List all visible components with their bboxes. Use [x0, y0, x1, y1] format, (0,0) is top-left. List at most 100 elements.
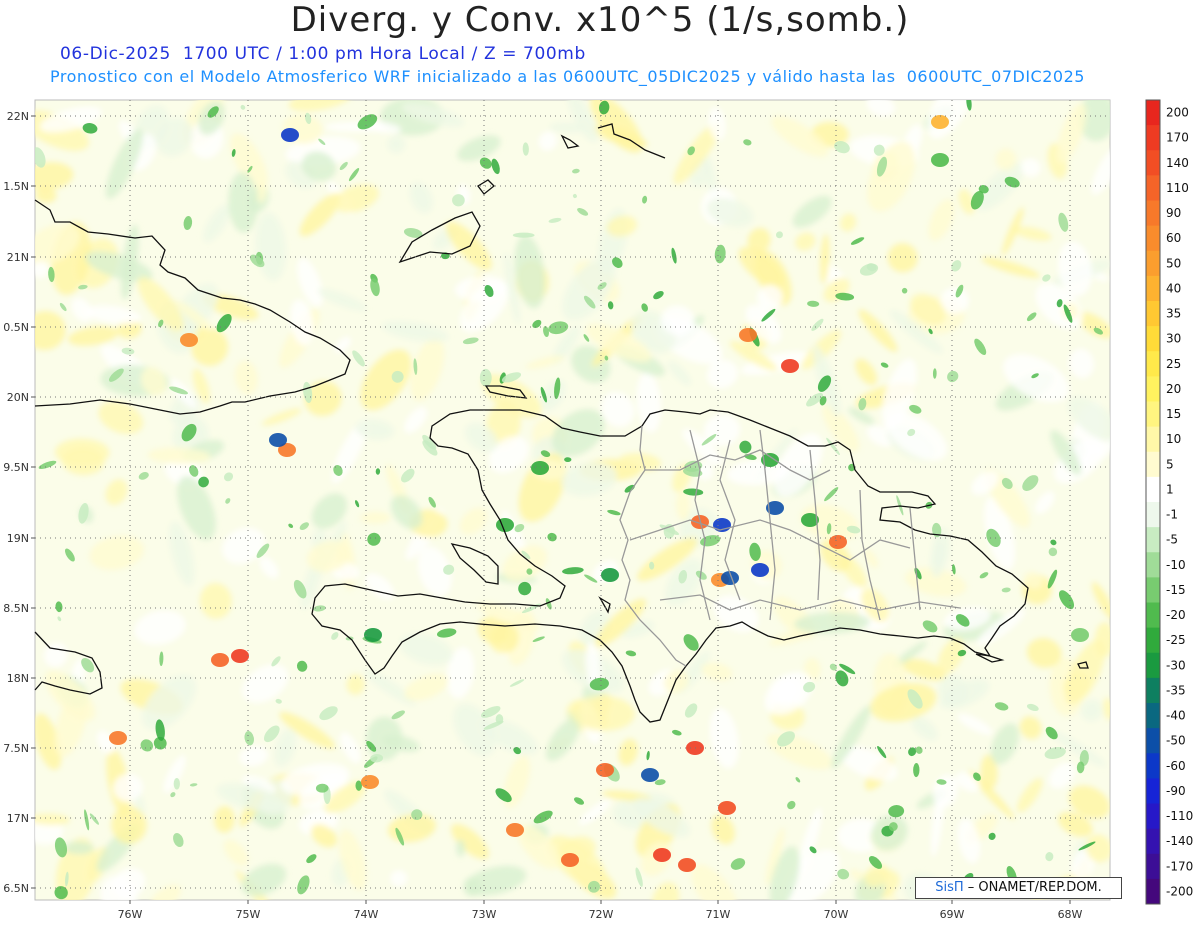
lat-tick-label: 22N — [7, 110, 29, 123]
lat-tick-label: 17N — [7, 812, 29, 825]
colorbar-swatch — [1146, 753, 1160, 779]
colorbar-swatch — [1146, 351, 1160, 377]
field-cell — [361, 775, 379, 789]
lat-tick-label: 7.5N — [3, 742, 29, 755]
colorbar-swatch — [1146, 552, 1160, 578]
colorbar-swatch — [1146, 527, 1160, 553]
lat-tick-label: 21N — [7, 251, 29, 264]
colorbar-label: -90 — [1166, 784, 1186, 798]
model-info: Pronostico con el Modelo Atmosferico WRF… — [50, 67, 1085, 86]
field-cell — [829, 535, 847, 549]
field-cell — [781, 359, 799, 373]
colorbar-label: -20 — [1166, 608, 1186, 622]
colorbar-swatch — [1146, 426, 1160, 453]
colorbar-label: -35 — [1166, 683, 1186, 697]
colorbar-label: -30 — [1166, 658, 1186, 672]
field-cell — [496, 518, 514, 532]
colorbar-label: 60 — [1166, 231, 1181, 245]
colorbar-swatch — [1146, 677, 1160, 704]
lat-tick-label: 0.5N — [3, 321, 29, 334]
colorbar-label: 90 — [1166, 206, 1181, 220]
colorbar-swatch — [1146, 275, 1160, 302]
field-cell — [281, 128, 299, 142]
lat-tick-label: 6.5N — [3, 882, 29, 895]
colorbar-label: 10 — [1166, 432, 1181, 446]
field-cell — [506, 823, 524, 837]
field-cell — [718, 801, 736, 815]
lat-tick-label: 19N — [7, 532, 29, 545]
colorbar-label: 15 — [1166, 407, 1181, 421]
colorbar-swatch — [1146, 652, 1160, 679]
forecast-valid-time: 06-Dic-2025 1700 UTC / 1:00 pm Hora Loca… — [60, 44, 586, 64]
colorbar: 200 170 140 110 90 60 50 40 35 30 25 20 15 10 5 1 -1 -5 -1… — [1145, 99, 1193, 905]
colorbar-label: 140 — [1166, 156, 1189, 170]
colorbar-swatch — [1146, 476, 1160, 503]
colorbar-swatch — [1146, 125, 1160, 151]
colorbar-label: 35 — [1166, 307, 1181, 321]
lon-tick-label: 74W — [354, 908, 379, 921]
colorbar-label: 200 — [1166, 106, 1189, 120]
lat-tick-label: 20N — [7, 391, 29, 404]
colorbar-label: -170 — [1166, 859, 1193, 873]
colorbar-swatch — [1146, 100, 1160, 126]
colorbar-label: 25 — [1166, 357, 1181, 371]
colorbar-swatch — [1146, 301, 1160, 327]
colorbar-label: -10 — [1166, 558, 1186, 572]
colorbar-swatch — [1146, 703, 1160, 729]
colorbar-swatch — [1146, 728, 1160, 754]
colorbar-label: -40 — [1166, 709, 1186, 723]
colorbar-label: 20 — [1166, 382, 1181, 396]
lon-tick-label: 76W — [118, 908, 143, 921]
colorbar-swatch — [1146, 828, 1160, 855]
field-cell — [109, 731, 127, 745]
colorbar-swatch — [1146, 225, 1160, 252]
field-cell — [364, 628, 382, 642]
colorbar-label: -25 — [1166, 633, 1186, 647]
lat-tick-label: 9.5N — [3, 461, 29, 474]
field-cell — [231, 649, 249, 663]
colorbar-label: 30 — [1166, 332, 1181, 346]
lat-tick-label: 1.5N — [3, 180, 29, 193]
colorbar-label: -15 — [1166, 583, 1186, 597]
colorbar-swatch — [1146, 502, 1160, 528]
colorbar-swatch — [1146, 175, 1160, 201]
sispi-logo-text: SisΠ — [935, 880, 964, 895]
colorbar-label: 110 — [1166, 181, 1189, 195]
colorbar-swatch — [1146, 577, 1160, 603]
lon-tick-label: 72W — [589, 908, 614, 921]
colorbar-swatch — [1146, 778, 1160, 804]
colorbar-label: -60 — [1166, 759, 1186, 773]
field-cell — [269, 433, 287, 447]
colorbar-swatch — [1146, 401, 1160, 428]
colorbar-swatch — [1146, 602, 1160, 629]
lon-tick-label: 68W — [1058, 908, 1083, 921]
credit-text: – ONAMET/REP.DOM. — [967, 880, 1102, 895]
colorbar-swatch — [1146, 376, 1160, 402]
lon-tick-label: 70W — [824, 908, 849, 921]
colorbar-swatch — [1146, 250, 1160, 277]
credit-box: SisΠ – ONAMET/REP.DOM. — [915, 877, 1122, 899]
colorbar-label: 50 — [1166, 256, 1181, 270]
lon-tick-label: 73W — [472, 908, 497, 921]
colorbar-swatch — [1146, 200, 1160, 227]
field-cell — [931, 153, 949, 167]
colorbar-label: 170 — [1166, 131, 1189, 145]
field-cell — [739, 328, 757, 342]
colorbar-swatch — [1146, 451, 1160, 478]
field-cell — [211, 653, 229, 667]
colorbar-swatch — [1146, 326, 1160, 352]
field-cell — [531, 461, 549, 475]
colorbar-label: -1 — [1166, 508, 1178, 522]
field-cell — [751, 563, 769, 577]
field-cell — [653, 848, 671, 862]
forecast-map: 76W 75W 74W 73W 72W 71W 70W 69W 68W 22N 1.5N 21N 0.5… — [3, 99, 1193, 921]
field-cell — [601, 568, 619, 582]
colorbar-label: 5 — [1166, 457, 1174, 471]
field-cell — [180, 333, 198, 347]
colorbar-swatch — [1146, 878, 1160, 905]
lon-tick-label: 69W — [940, 908, 965, 921]
colorbar-swatch — [1146, 627, 1160, 654]
field-cell — [596, 763, 614, 777]
colorbar-label: -50 — [1166, 734, 1186, 748]
colorbar-label: 1 — [1166, 482, 1174, 496]
